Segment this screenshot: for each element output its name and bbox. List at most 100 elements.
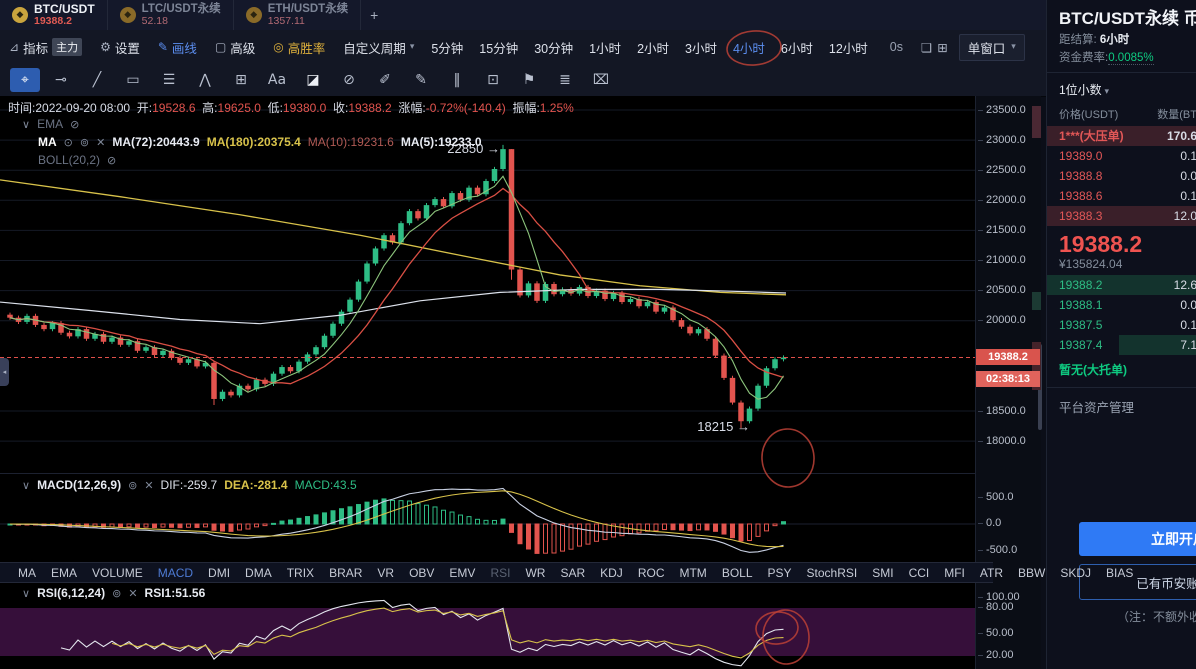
bookmark-icon[interactable]: ⚑: [514, 68, 544, 92]
indicator-tab-StochRSI[interactable]: StochRSI: [807, 566, 858, 580]
candle-measure-icon[interactable]: ‖: [442, 68, 472, 92]
order-note-icon[interactable]: ≣: [550, 68, 580, 92]
gear-icon[interactable]: ⊚: [80, 136, 89, 149]
orderbook-row[interactable]: 19387.47.1: [1047, 335, 1196, 355]
orderbook-row[interactable]: 19388.312.0: [1047, 206, 1196, 226]
indicator-tab-DMI[interactable]: DMI: [208, 566, 230, 580]
trash-icon[interactable]: ⌧: [586, 68, 616, 92]
close-icon[interactable]: ✕: [144, 479, 153, 492]
main-force-badge[interactable]: 主力: [52, 38, 82, 56]
indicator-tab-DMA[interactable]: DMA: [245, 566, 272, 580]
orderbook-row[interactable]: 19388.80.0: [1047, 166, 1196, 186]
indicator-tab-VOLUME[interactable]: VOLUME: [92, 566, 143, 580]
trend-line-icon[interactable]: ╱: [82, 68, 112, 92]
timeframe-15分钟[interactable]: 15分钟: [479, 38, 518, 57]
gear-icon[interactable]: ⊚: [128, 479, 137, 492]
orderbook-row[interactable]: 19388.212.6: [1047, 275, 1196, 295]
orderbook-row[interactable]: 1***(大压单)170.6: [1047, 126, 1196, 146]
draw-button[interactable]: ✎ 画线: [158, 38, 197, 57]
ma-indicator-row[interactable]: MA ⊙ ⊚ ✕ MA(72):20443.9 MA(180):20375.4 …: [38, 135, 482, 149]
indicator-tab-MA[interactable]: MA: [18, 566, 36, 580]
advanced-button[interactable]: ▢ 高级: [215, 38, 255, 57]
frame-plus-icon[interactable]: ⊞: [226, 68, 256, 92]
indicator-button[interactable]: ⊿ 指标 主力: [9, 38, 82, 57]
timeframe-3小时[interactable]: 3小时: [685, 38, 717, 57]
timeframe-1小时[interactable]: 1小时: [589, 38, 621, 57]
indicator-tab-WR[interactable]: WR: [525, 566, 545, 580]
indicator-tab-SKDJ[interactable]: SKDJ: [1060, 566, 1091, 580]
symbol-tab[interactable]: ◆BTC/USDT19388.2: [0, 0, 108, 30]
orderbook-row[interactable]: 19389.00.1: [1047, 146, 1196, 166]
symbol-tab[interactable]: ◆ETH/USDT永续1357.11: [234, 0, 362, 30]
disable-draw-icon[interactable]: ⊘: [334, 68, 364, 92]
orderbook-row[interactable]: 19388.10.0: [1047, 295, 1196, 315]
candlestick-chart[interactable]: 22850 →18215 →: [0, 96, 975, 473]
indicator-tab-ROC[interactable]: ROC: [638, 566, 665, 580]
open-account-button[interactable]: 立即开户: [1079, 522, 1196, 556]
chevron-down-icon[interactable]: ∨: [22, 479, 30, 492]
fullscreen-icon[interactable]: ❏: [921, 40, 932, 55]
close-icon[interactable]: ✕: [96, 136, 105, 149]
eye-icon[interactable]: ⊙: [64, 136, 73, 149]
text-tool-icon[interactable]: Aa: [262, 68, 292, 92]
indicator-tab-SMI[interactable]: SMI: [872, 566, 893, 580]
add-symbol-button[interactable]: +: [361, 0, 387, 30]
price-axis[interactable]: 19388.2 02:38:13 23500.023000.022500.022…: [975, 96, 1041, 669]
boll-indicator-row[interactable]: BOLL(20,2) ⊘: [38, 153, 116, 167]
crosshair-icon[interactable]: ⌖: [10, 68, 40, 92]
brush-icon[interactable]: ✐: [370, 68, 400, 92]
timeframe-2小时[interactable]: 2小时: [637, 38, 669, 57]
indicator-tab-BBW[interactable]: BBW: [1018, 566, 1045, 580]
rsi-header-row[interactable]: ∨ RSI(6,12,24) ⊚ ✕ RSI1:51.56: [22, 586, 205, 600]
indicator-tab-VR[interactable]: VR: [377, 566, 394, 580]
timeframe-30分钟[interactable]: 30分钟: [534, 38, 573, 57]
eye-off-icon[interactable]: ⊘: [107, 154, 116, 167]
winrate-button[interactable]: ◎ 高胜率: [273, 38, 325, 57]
new-frame-icon[interactable]: ⊞: [937, 40, 947, 55]
wave-pattern-icon[interactable]: ⋀: [190, 68, 220, 92]
eye-off-icon[interactable]: ⊘: [70, 118, 79, 131]
symbol-tab[interactable]: ◆LTC/USDT永续52.18: [108, 0, 234, 30]
indicator-tab-PSY[interactable]: PSY: [768, 566, 792, 580]
gear-icon[interactable]: ⊚: [112, 587, 121, 600]
existing-account-button[interactable]: 已有币安账户，: [1079, 564, 1196, 600]
orderbook-row[interactable]: 19387.50.1: [1047, 315, 1196, 335]
custom-period-dropdown[interactable]: 自定义周期 ▾: [343, 38, 414, 57]
lock-icon[interactable]: ⊡: [478, 68, 508, 92]
eraser-icon[interactable]: ◪: [298, 68, 328, 92]
price-line-icon[interactable]: ⊸: [46, 68, 76, 92]
window-mode-select[interactable]: 单窗口 ▾: [959, 34, 1025, 61]
chevron-down-icon[interactable]: ∨: [22, 587, 30, 600]
panel-collapse-handle[interactable]: ◂: [0, 358, 9, 386]
indicator-tab-EMA[interactable]: EMA: [51, 566, 77, 580]
indicator-tab-OBV[interactable]: OBV: [409, 566, 434, 580]
indicator-tab-MACD[interactable]: MACD: [158, 566, 193, 580]
indicator-tab-BRAR[interactable]: BRAR: [329, 566, 362, 580]
parallel-lines-icon[interactable]: ☰: [154, 68, 184, 92]
indicator-tab-EMV[interactable]: EMV: [449, 566, 475, 580]
pen-icon[interactable]: ✎: [406, 68, 436, 92]
replay-zero[interactable]: 0s: [890, 40, 903, 54]
macd-header-row[interactable]: ∨ MACD(12,26,9) ⊚ ✕ DIF:-259.7 DEA:-281.…: [22, 478, 357, 492]
indicator-tab-KDJ[interactable]: KDJ: [600, 566, 623, 580]
indicator-tab-MTM[interactable]: MTM: [679, 566, 706, 580]
timeframe-5分钟[interactable]: 5分钟: [431, 38, 463, 57]
orderbook-row[interactable]: 19388.60.1: [1047, 186, 1196, 206]
close-icon[interactable]: ✕: [128, 587, 137, 600]
timeframe-6小时[interactable]: 6小时: [781, 38, 813, 57]
rectangle-icon[interactable]: ▭: [118, 68, 148, 92]
timeframe-4小时[interactable]: 4小时: [733, 38, 765, 57]
chevron-down-icon[interactable]: ∨: [22, 118, 30, 131]
ema-indicator-row[interactable]: ∨ EMA ⊘: [22, 117, 79, 131]
indicator-tab-BOLL[interactable]: BOLL: [722, 566, 753, 580]
decimals-dropdown[interactable]: 1位小数 ▾: [1047, 73, 1196, 104]
asset-management-link[interactable]: 平台资产管理: [1047, 388, 1196, 416]
indicator-tab-CCI[interactable]: CCI: [909, 566, 930, 580]
indicator-tab-TRIX[interactable]: TRIX: [287, 566, 314, 580]
indicator-tab-SAR[interactable]: SAR: [560, 566, 585, 580]
indicator-tab-MFI[interactable]: MFI: [944, 566, 965, 580]
indicator-tab-ATR[interactable]: ATR: [980, 566, 1003, 580]
timeframe-12小时[interactable]: 12小时: [829, 38, 868, 57]
indicator-tab-RSI[interactable]: RSI: [490, 566, 510, 580]
indicator-tab-BIAS[interactable]: BIAS: [1106, 566, 1133, 580]
